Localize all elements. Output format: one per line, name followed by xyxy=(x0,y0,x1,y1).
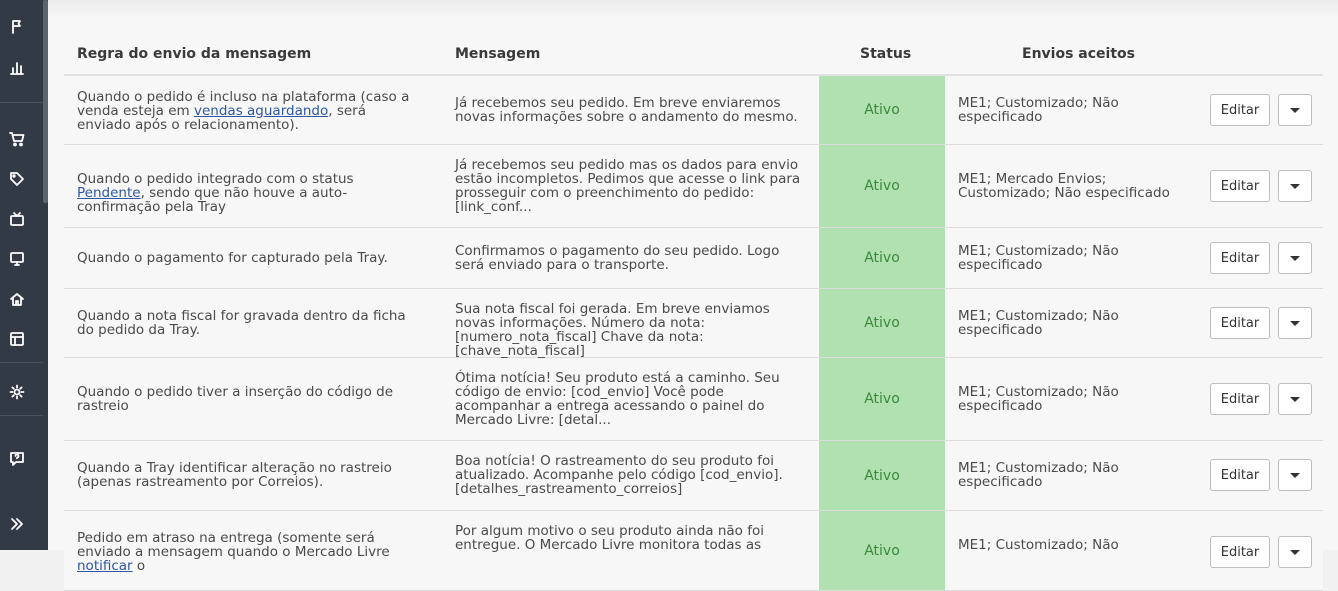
bar-chart-icon[interactable] xyxy=(8,59,26,77)
status-badge: Ativo xyxy=(819,358,945,440)
cart-icon[interactable] xyxy=(8,130,26,148)
shipping-text: ME1; Customizado; Não especificado xyxy=(958,243,1119,273)
rule-text: Pedido em atraso na entrega (somente ser… xyxy=(77,530,390,574)
message-text: Confirmamos o pagamento do seu pedido. L… xyxy=(455,243,780,273)
chevron-down-icon xyxy=(1290,183,1300,189)
rule-text: Quando a Tray identificar alteração no r… xyxy=(77,460,392,490)
chevron-down-icon xyxy=(1290,549,1300,555)
layout-icon[interactable] xyxy=(8,330,26,348)
dropdown-button[interactable] xyxy=(1278,536,1312,568)
edit-button[interactable]: Editar xyxy=(1210,536,1270,568)
rule-text: Quando o pagamento for capturado pela Tr… xyxy=(77,250,388,266)
table-row: Quando o pedido integrado com o status P… xyxy=(64,145,1323,228)
messages-table: Regra do envio da mensagem Mensagem Stat… xyxy=(64,36,1323,591)
sidebar-divider xyxy=(0,102,43,103)
edit-button[interactable]: Editar xyxy=(1210,383,1270,415)
chevron-down-icon xyxy=(1290,255,1300,261)
help-chat-icon[interactable] xyxy=(8,450,26,468)
edit-button[interactable]: Editar xyxy=(1210,242,1270,274)
message-text: Já recebemos seu pedido. Em breve enviar… xyxy=(455,95,798,125)
edit-button[interactable]: Editar xyxy=(1210,170,1270,202)
table-row: Quando o pagamento for capturado pela Tr… xyxy=(64,228,1323,289)
rule-text: Quando o pedido é incluso na plataforma … xyxy=(77,89,410,133)
rule-text: Quando o pedido integrado com o status P… xyxy=(77,171,354,215)
header-message: Mensagem xyxy=(455,46,541,62)
home-icon[interactable] xyxy=(8,290,26,308)
top-shadow xyxy=(48,0,1338,18)
table-row: Quando o pedido tiver a inserção do códi… xyxy=(64,358,1323,441)
chevron-down-icon xyxy=(1290,320,1300,326)
edit-button[interactable]: Editar xyxy=(1210,94,1270,126)
flag-icon[interactable] xyxy=(8,18,26,36)
main-content: Regra do envio da mensagem Mensagem Stat… xyxy=(48,0,1338,591)
status-badge: Ativo xyxy=(819,76,945,144)
status-badge: Ativo xyxy=(819,289,945,357)
edit-button[interactable]: Editar xyxy=(1210,459,1270,491)
header-status: Status xyxy=(860,46,912,62)
chevron-down-icon xyxy=(1290,107,1300,113)
message-text: Ótima notícia! Seu produto está a caminh… xyxy=(455,370,780,428)
header-shipping: Envios aceitos xyxy=(1022,46,1135,62)
table-header: Regra do envio da mensagem Mensagem Stat… xyxy=(64,36,1323,76)
status-badge: Ativo xyxy=(819,145,945,227)
message-text: Sua nota fiscal foi gerada. Em breve env… xyxy=(455,301,770,359)
tag-icon[interactable] xyxy=(8,170,26,188)
sidebar-divider xyxy=(0,362,43,363)
dropdown-button[interactable] xyxy=(1278,459,1312,491)
status-badge: Ativo xyxy=(819,511,945,590)
dropdown-button[interactable] xyxy=(1278,383,1312,415)
table-row: Pedido em atraso na entrega (somente ser… xyxy=(64,511,1323,591)
table-row: Quando o pedido é incluso na plataforma … xyxy=(64,76,1323,145)
monitor-icon[interactable] xyxy=(8,250,26,268)
dropdown-button[interactable] xyxy=(1278,242,1312,274)
shipping-text: ME1; Customizado; Não especificado xyxy=(958,95,1119,125)
rule-text: Quando o pedido tiver a inserção do códi… xyxy=(77,384,394,414)
dropdown-button[interactable] xyxy=(1278,170,1312,202)
shipping-text: ME1; Customizado; Não especificado xyxy=(958,384,1119,414)
status-badge: Ativo xyxy=(819,441,945,510)
status-badge: Ativo xyxy=(819,228,945,288)
message-text: Boa notícia! O rastreamento do seu produ… xyxy=(455,453,783,497)
edit-button[interactable]: Editar xyxy=(1210,307,1270,339)
message-text: Já recebemos seu pedido mas os dados par… xyxy=(455,157,801,215)
gear-icon[interactable] xyxy=(8,383,26,401)
chevron-down-icon xyxy=(1290,396,1300,402)
tv-icon[interactable] xyxy=(8,210,26,228)
link-notificar[interactable]: notificar xyxy=(77,558,133,574)
sidebar-divider xyxy=(0,415,43,416)
shipping-text: ME1; Customizado; Não especificado xyxy=(958,460,1119,490)
dropdown-button[interactable] xyxy=(1278,307,1312,339)
dropdown-button[interactable] xyxy=(1278,94,1312,126)
chevron-down-icon xyxy=(1290,472,1300,478)
expand-icon[interactable] xyxy=(8,515,26,533)
table-row: Quando a Tray identificar alteração no r… xyxy=(64,441,1323,511)
rule-text: Quando a nota fiscal for gravada dentro … xyxy=(77,308,406,338)
header-rule: Regra do envio da mensagem xyxy=(77,46,312,62)
message-text: Por algum motivo o seu produto ainda não… xyxy=(455,523,764,553)
shipping-text: ME1; Customizado; Não especificado xyxy=(958,308,1119,338)
table-row: Quando a nota fiscal for gravada dentro … xyxy=(64,289,1323,358)
sidebar xyxy=(0,0,48,550)
shipping-text: ME1; Mercado Envios; Customizado; Não es… xyxy=(958,171,1170,201)
